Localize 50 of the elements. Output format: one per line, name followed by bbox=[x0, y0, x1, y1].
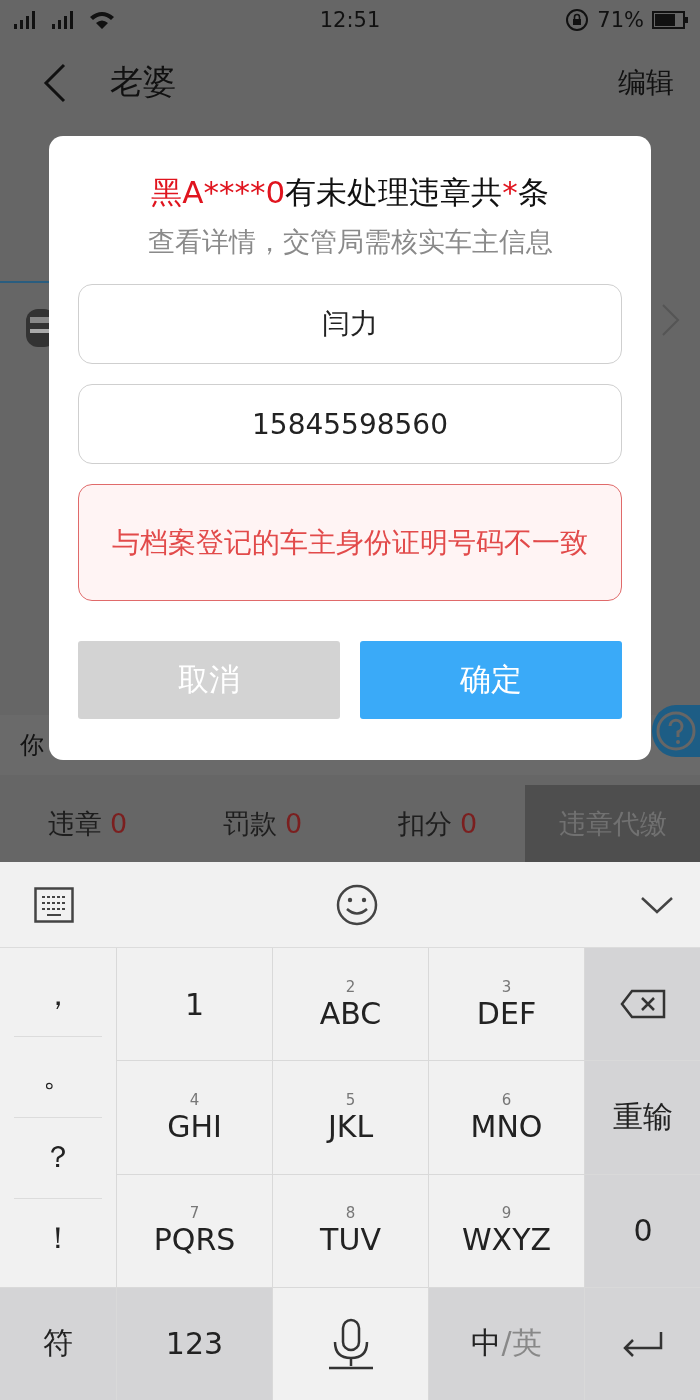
stat-value: 0 bbox=[109, 808, 128, 839]
key-number: 2 bbox=[345, 977, 356, 996]
key-number: 4 bbox=[189, 1090, 200, 1109]
language-key[interactable]: 中/英 bbox=[471, 1323, 542, 1365]
letter-key[interactable]: ABC bbox=[319, 995, 382, 1031]
battery-percent: 71% bbox=[597, 8, 644, 32]
stat-value: 0 bbox=[284, 808, 303, 839]
letter-key[interactable]: MNO bbox=[470, 1108, 543, 1144]
clock-time: 12:51 bbox=[319, 8, 381, 32]
dialog-subtitle: 查看详情，交管局需核实车主信息 bbox=[146, 225, 554, 259]
key-number: 6 bbox=[501, 1090, 512, 1109]
letter-key[interactable]: TUV bbox=[320, 1222, 381, 1258]
keyboard-icon[interactable] bbox=[34, 886, 74, 923]
battery-icon bbox=[652, 11, 688, 29]
stat-value: 0 bbox=[459, 808, 478, 839]
letter-key[interactable]: PQRS bbox=[153, 1222, 236, 1258]
phone-field[interactable]: 15845598560 bbox=[78, 384, 622, 464]
symbol-key[interactable]: ， bbox=[14, 956, 102, 1037]
letter-key[interactable]: JKL bbox=[327, 1108, 374, 1144]
stat-label: 违章 bbox=[47, 806, 102, 841]
function-key[interactable]: 123 bbox=[117, 1287, 272, 1400]
symbol-key[interactable]: 。 bbox=[14, 1036, 102, 1118]
page-title: 老婆 bbox=[110, 61, 177, 103]
key-number: 7 bbox=[189, 1204, 200, 1223]
stat-label: 罚款 bbox=[222, 806, 277, 841]
list-text: 你 bbox=[20, 730, 44, 761]
function-key[interactable]: 符 bbox=[0, 1287, 116, 1400]
collapse-keyboard-icon[interactable] bbox=[640, 894, 674, 915]
error-message: 与档案登记的车主身份证明号码不一致 bbox=[112, 524, 588, 561]
function-key[interactable]: 重输 bbox=[585, 1061, 700, 1174]
dialog-title: 黑A****0有未处理违章共*条 bbox=[150, 173, 550, 212]
enter-icon[interactable] bbox=[621, 1329, 665, 1358]
emoji-icon[interactable] bbox=[336, 883, 378, 926]
rotation-lock-icon bbox=[565, 8, 590, 32]
key-number: 3 bbox=[501, 977, 512, 996]
stat-label: 扣分 bbox=[397, 806, 452, 841]
key-number: 8 bbox=[345, 1204, 356, 1223]
symbol-key[interactable]: ！ bbox=[14, 1198, 102, 1279]
letter-key[interactable]: DEF bbox=[476, 995, 537, 1031]
symbol-key[interactable]: ？ bbox=[14, 1117, 102, 1199]
key-number: 5 bbox=[345, 1090, 356, 1109]
digit-key[interactable]: 1 bbox=[117, 948, 272, 1061]
backspace-icon[interactable] bbox=[620, 989, 666, 1020]
function-key[interactable]: 0 bbox=[585, 1174, 700, 1287]
letter-key[interactable]: GHI bbox=[167, 1108, 222, 1144]
key-number: 9 bbox=[501, 1204, 512, 1223]
microphone-icon[interactable] bbox=[326, 1317, 375, 1370]
wifi-icon bbox=[88, 10, 116, 30]
name-field[interactable]: 闫力 bbox=[78, 284, 622, 364]
letter-key[interactable]: WXYZ bbox=[461, 1222, 552, 1258]
